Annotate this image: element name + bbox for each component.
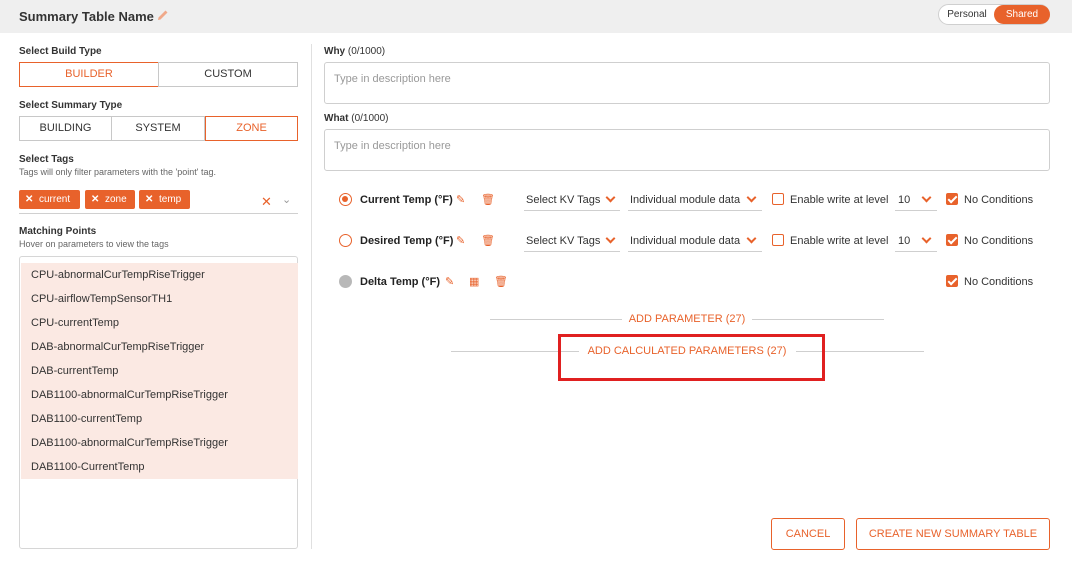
add-parameter-link[interactable]: ADD PARAMETER (27) <box>626 313 748 325</box>
param-name: Delta Temp (°F) <box>360 276 440 288</box>
trash-icon[interactable]: 🗑 <box>481 234 495 247</box>
clear-tags-icon[interactable]: ✕ <box>261 194 272 210</box>
summary-type-system[interactable]: SYSTEM <box>111 116 205 141</box>
module-data-select[interactable]: Individual module data <box>630 235 740 247</box>
tag-input-underline <box>19 213 298 214</box>
create-summary-table-button[interactable]: CREATE NEW SUMMARY TABLE <box>856 518 1050 550</box>
enable-write-checkbox[interactable] <box>772 234 784 246</box>
list-item[interactable]: DAB1100-abnormalCurTempRiseTrigger <box>21 383 298 407</box>
pencil-icon[interactable]: ✎ <box>456 193 465 206</box>
calculator-icon[interactable]: ▦ <box>469 275 479 288</box>
matching-points-label: Matching Points <box>19 226 97 237</box>
tag-chip[interactable]: ✕ temp <box>139 190 190 209</box>
close-icon[interactable]: ✕ <box>145 190 153 209</box>
highlight-box <box>558 334 825 381</box>
page-title: Summary Table Name <box>19 9 154 24</box>
param-radio[interactable] <box>339 193 352 206</box>
build-type-custom[interactable]: CUSTOM <box>158 62 298 87</box>
kv-tags-select[interactable]: Select KV Tags <box>526 194 600 206</box>
matching-points-list[interactable]: CPU-abnormalCurTempRiseTrigger CPU-airfl… <box>19 256 298 549</box>
list-item[interactable]: DAB-abnormalCurTempRiseTrigger <box>21 335 298 359</box>
trash-icon[interactable]: 🗑 <box>494 275 508 288</box>
why-textarea[interactable]: Type in description here <box>324 62 1050 104</box>
list-item[interactable]: DAB1100-abnormalCurTempRiseTrigger <box>21 431 298 455</box>
param-radio[interactable] <box>339 275 352 288</box>
close-icon[interactable]: ✕ <box>91 190 99 209</box>
level-select[interactable]: 10 <box>898 194 910 206</box>
what-label: What (0/1000) <box>324 113 389 124</box>
chevron-down-icon[interactable] <box>746 233 757 244</box>
kv-tags-select[interactable]: Select KV Tags <box>526 235 600 247</box>
toggle-personal[interactable]: Personal <box>939 5 995 24</box>
chevron-down-icon[interactable] <box>605 233 616 244</box>
no-conditions-checkbox[interactable] <box>946 275 958 287</box>
param-name: Desired Temp (°F) <box>360 235 454 247</box>
list-item[interactable]: CPU-currentTemp <box>21 311 298 335</box>
summary-type-zone[interactable]: ZONE <box>205 116 298 141</box>
build-type-builder[interactable]: BUILDER <box>19 62 159 87</box>
select-underline <box>895 251 937 252</box>
what-textarea[interactable]: Type in description here <box>324 129 1050 171</box>
pencil-icon[interactable]: ✎ <box>445 275 454 288</box>
summary-type-label: Select Summary Type <box>19 100 123 111</box>
chevron-down-icon[interactable] <box>746 192 757 203</box>
level-select[interactable]: 10 <box>898 235 910 247</box>
build-type-label: Select Build Type <box>19 46 102 57</box>
pencil-icon[interactable] <box>156 8 170 22</box>
close-icon[interactable]: ✕ <box>25 190 33 209</box>
no-conditions-checkbox[interactable] <box>946 193 958 205</box>
chevron-down-icon[interactable] <box>921 192 932 203</box>
chevron-down-icon[interactable] <box>921 233 932 244</box>
select-underline <box>524 251 620 252</box>
no-conditions-label: No Conditions <box>964 235 1034 247</box>
no-conditions-label: No Conditions <box>964 276 1034 288</box>
list-item[interactable]: DAB1100-currentTemp <box>21 407 298 431</box>
trash-icon[interactable]: 🗑 <box>481 193 495 206</box>
no-conditions-label: No Conditions <box>964 194 1034 206</box>
tag-chip[interactable]: ✕ zone <box>85 190 135 209</box>
param-radio[interactable] <box>339 234 352 247</box>
divider-line <box>490 319 622 320</box>
list-item[interactable]: CPU-airflowTempSensorTH1 <box>21 287 298 311</box>
tags-hint: Tags will only filter parameters with th… <box>19 167 217 177</box>
list-item[interactable]: DAB1100-CurrentTemp <box>21 455 298 479</box>
divider-line <box>752 319 884 320</box>
pencil-icon[interactable]: ✎ <box>456 234 465 247</box>
enable-write-checkbox[interactable] <box>772 193 784 205</box>
enable-write-label: Enable write at level <box>790 194 889 206</box>
list-item[interactable]: DAB-currentTemp <box>21 359 298 383</box>
toggle-shared[interactable]: Shared <box>994 5 1050 24</box>
select-underline <box>895 210 937 211</box>
select-underline <box>628 210 762 211</box>
no-conditions-checkbox[interactable] <box>946 234 958 246</box>
select-underline <box>524 210 620 211</box>
matching-points-hint: Hover on parameters to view the tags <box>19 239 169 249</box>
chevron-down-icon[interactable]: ⌄ <box>282 193 291 206</box>
visibility-toggle[interactable]: Personal Shared <box>938 4 1050 25</box>
select-underline <box>628 251 762 252</box>
tag-chip[interactable]: ✕ current <box>19 190 80 209</box>
why-label: Why (0/1000) <box>324 46 386 57</box>
enable-write-label: Enable write at level <box>790 235 889 247</box>
list-item[interactable]: CPU-abnormalCurTempRiseTrigger <box>21 263 298 287</box>
cancel-button[interactable]: CANCEL <box>771 518 845 550</box>
panel-divider <box>311 44 312 549</box>
summary-type-building[interactable]: BUILDING <box>19 116 112 141</box>
tags-label: Select Tags <box>19 154 74 165</box>
header-bar: Summary Table Name Personal Shared <box>0 0 1072 33</box>
module-data-select[interactable]: Individual module data <box>630 194 740 206</box>
chevron-down-icon[interactable] <box>605 192 616 203</box>
param-name: Current Temp (°F) <box>360 194 453 206</box>
